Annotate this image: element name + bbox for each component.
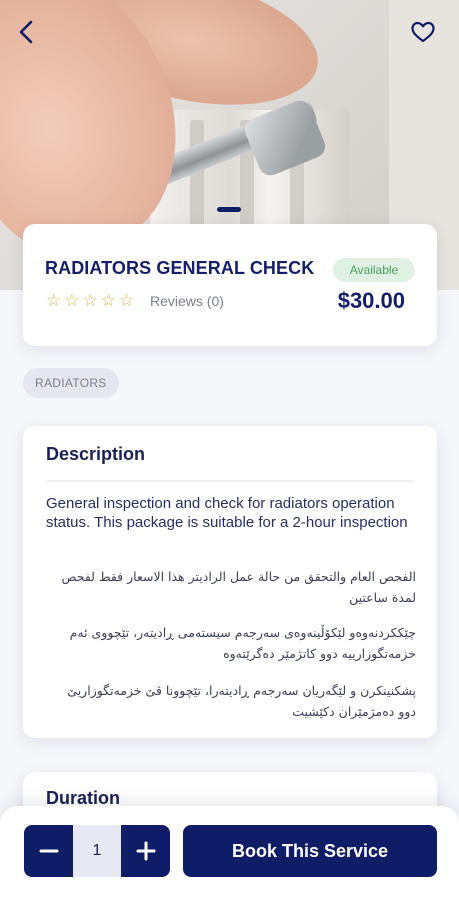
star-icon: ☆: [46, 291, 62, 311]
description-card: Description General inspection and check…: [23, 426, 437, 738]
product-title: RADIATORS GENERAL CHECK: [45, 258, 315, 278]
product-summary-card: RADIATORS GENERAL CHECK Available ☆ ☆ ☆ …: [23, 224, 437, 346]
carousel-indicator[interactable]: [217, 207, 241, 212]
category-tag[interactable]: RADIATORS: [23, 368, 119, 398]
description-english: General inspection and check for radiato…: [46, 495, 408, 531]
minus-icon: [39, 849, 58, 853]
star-icon: ☆: [119, 291, 135, 311]
heart-icon: [411, 21, 435, 43]
description-arabic: الفحص العام والتحقق من حالة عمل الراديتر…: [61, 569, 416, 605]
description-divider: [46, 480, 414, 482]
chevron-left-icon: [19, 20, 33, 44]
favorite-button[interactable]: [407, 16, 439, 48]
star-icon: ☆: [64, 291, 80, 311]
plus-icon: [136, 841, 155, 861]
book-service-button[interactable]: Book This Service: [183, 825, 437, 877]
quantity-value[interactable]: 1: [73, 825, 121, 877]
product-price: $30.00: [337, 288, 405, 313]
star-icon: ☆: [100, 291, 116, 311]
decrement-button[interactable]: [24, 825, 73, 877]
hero-radiator-fin: [190, 120, 204, 230]
bottom-action-bar: 1 Book This Service: [0, 806, 459, 900]
star-icon: ☆: [82, 291, 98, 311]
back-button[interactable]: [10, 16, 42, 48]
rating-stars[interactable]: ☆ ☆ ☆ ☆ ☆: [46, 292, 134, 310]
reviews-link[interactable]: Reviews (0): [150, 293, 224, 309]
description-kurdish-badini: پشکنینکرن و لێگەریان سەرجەم ڕادیتەرا، تێ…: [67, 683, 416, 719]
availability-badge: Available: [333, 258, 415, 282]
description-title: Description: [46, 444, 146, 464]
quantity-stepper: 1: [24, 825, 170, 877]
increment-button[interactable]: [121, 825, 170, 877]
description-kurdish-sorani: چێککردنەوەو لێکۆڵینەوەی سەرجەم سیستەمی ڕ…: [69, 625, 416, 661]
